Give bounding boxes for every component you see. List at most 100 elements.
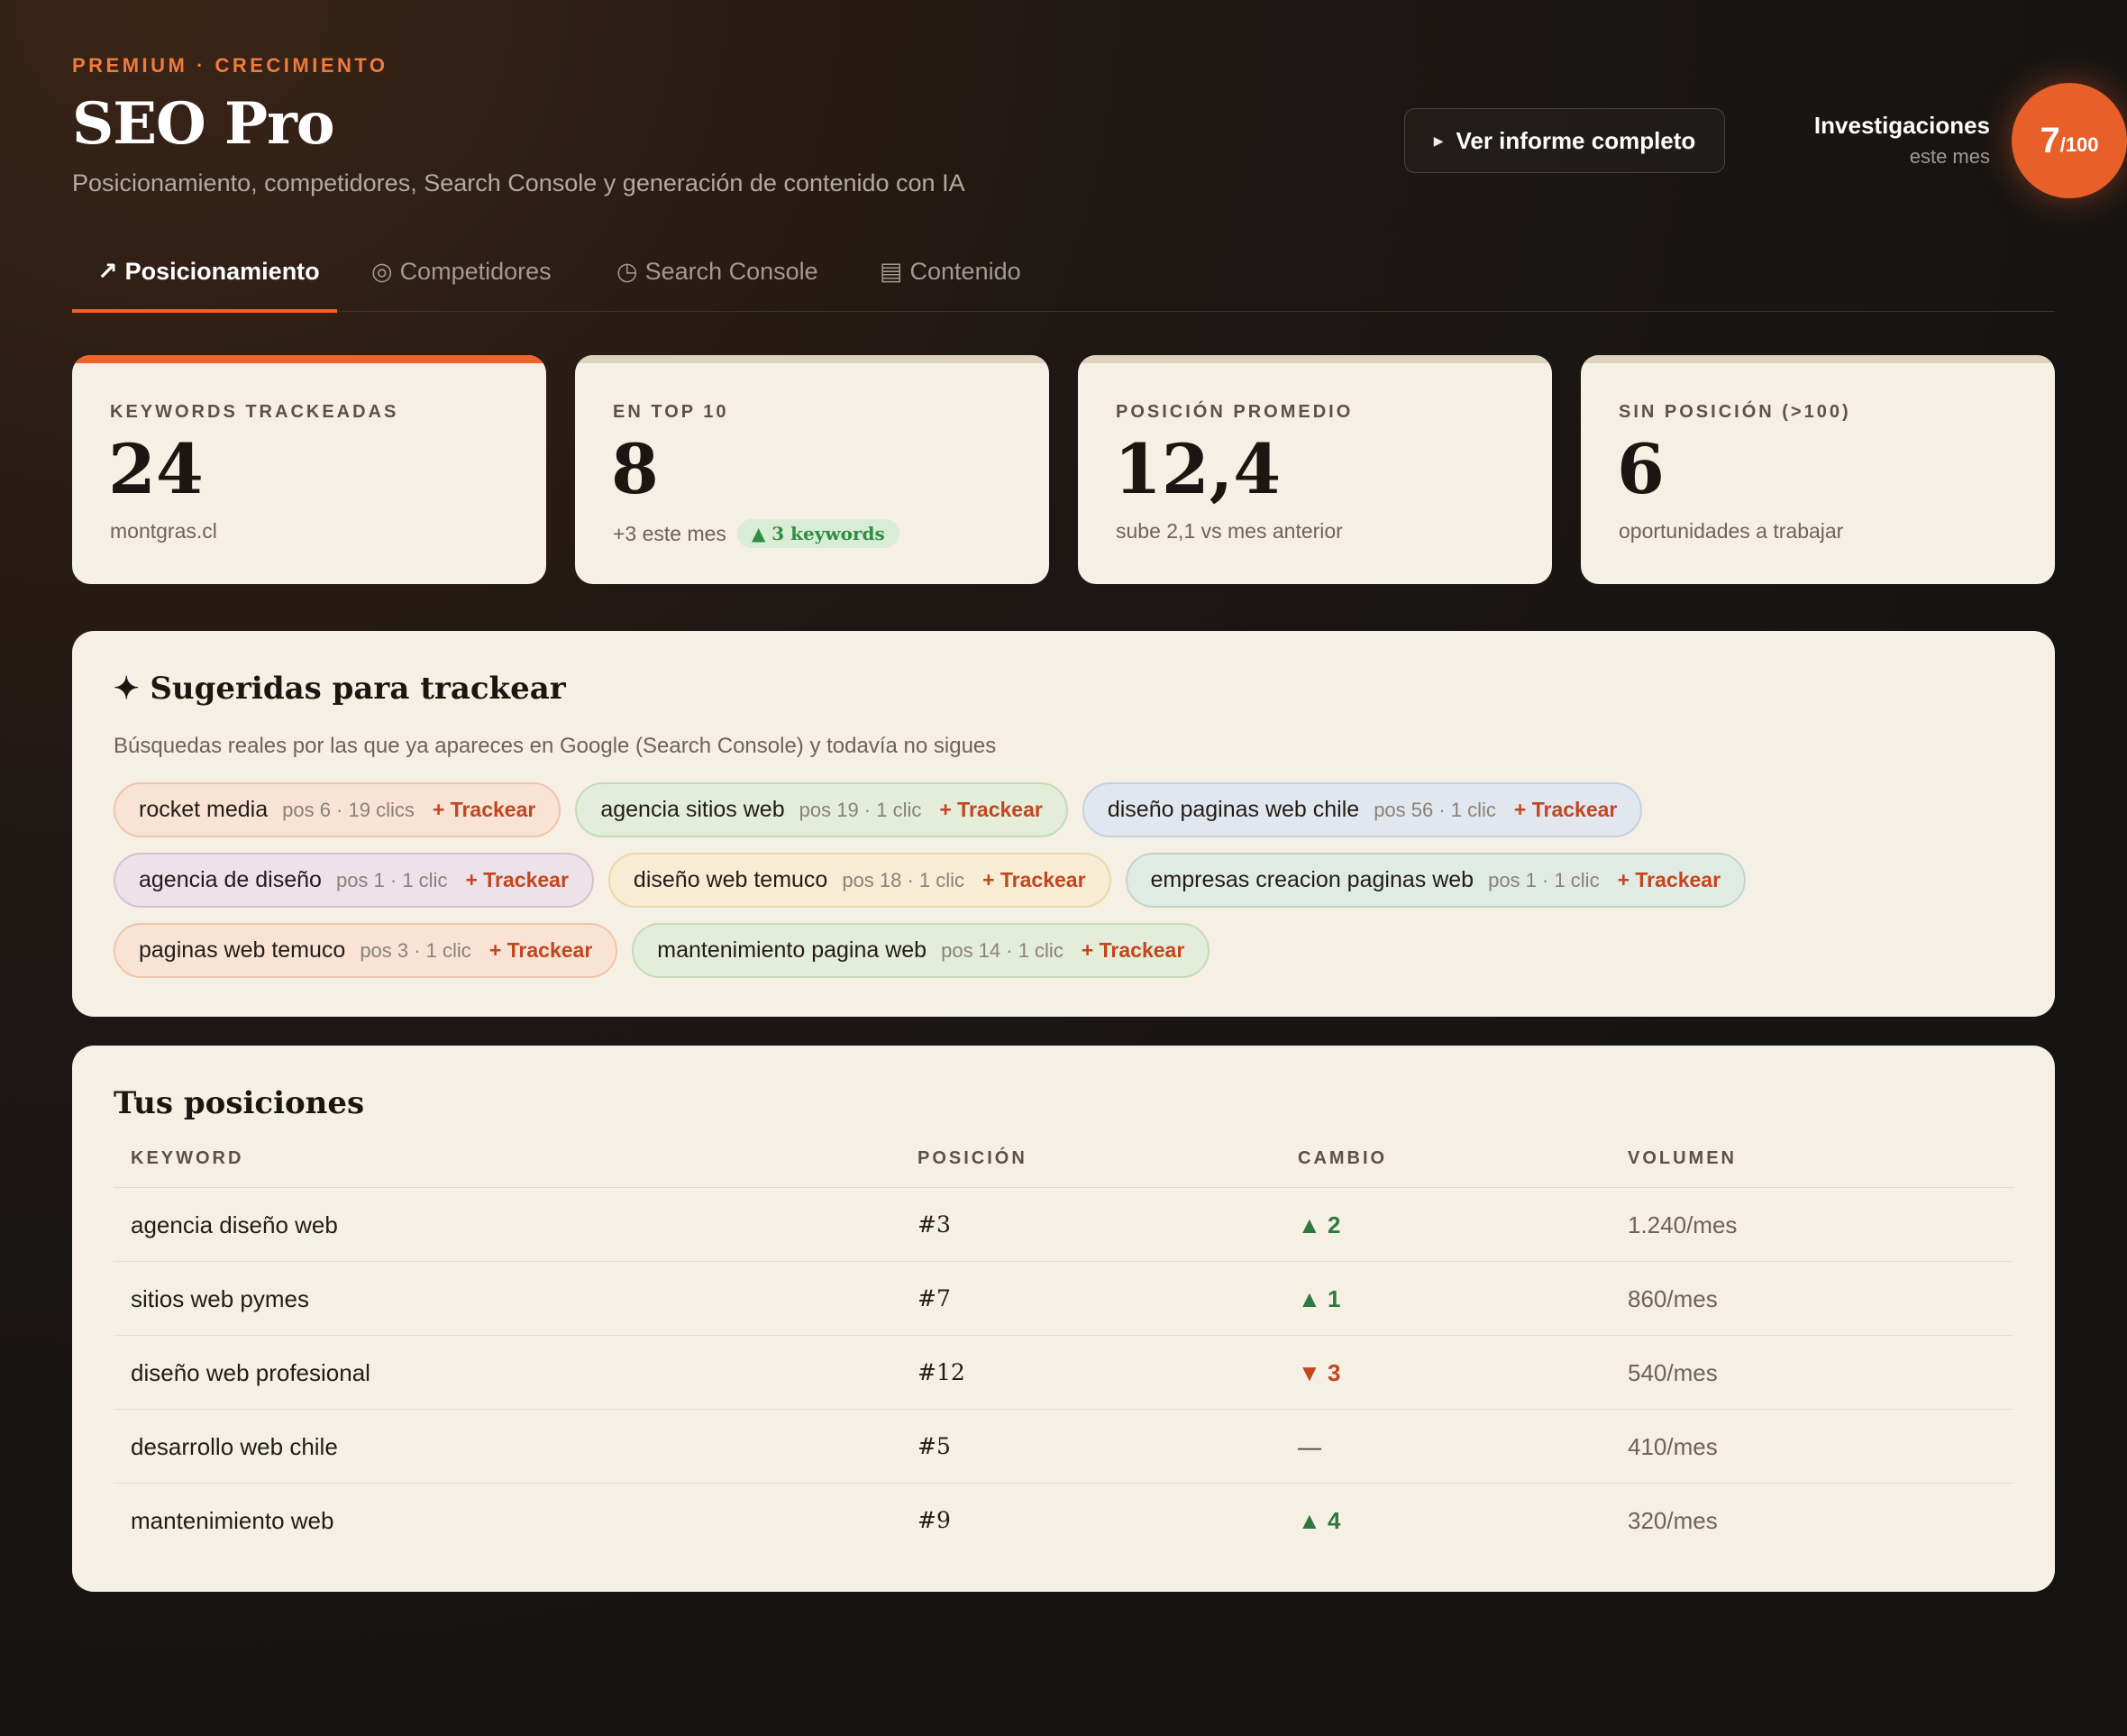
table-header: KEYWORD POSICIÓN CAMBIO VOLUMEN xyxy=(114,1148,2013,1188)
track-button[interactable]: + Trackear xyxy=(433,798,535,822)
stat-card-keywords-tracked: KEYWORDS TRACKEADAS 24 montgras.cl xyxy=(72,355,546,584)
column-header-position: POSICIÓN xyxy=(917,1148,1027,1168)
table-row[interactable]: agencia diseño web #3 ▲ 2 1.240/mes xyxy=(114,1188,2013,1262)
view-full-report-button[interactable]: ▶ Ver informe completo xyxy=(1404,108,1725,173)
investigations-sub: este mes xyxy=(1909,145,1990,168)
chip-meta: pos 56 · 1 clic xyxy=(1374,798,1496,821)
chip-meta: pos 6 · 19 clics xyxy=(282,798,415,821)
cell-change: ▲ 1 xyxy=(1298,1285,1341,1312)
positions-panel: Tus posiciones KEYWORD POSICIÓN CAMBIO V… xyxy=(72,1046,2055,1592)
stat-value: 24 xyxy=(108,429,204,509)
tab-posicionamiento[interactable]: ↗ Posicionamiento xyxy=(97,258,320,286)
suggested-chip: mantenimiento pagina web pos 14 · 1 clic… xyxy=(632,923,1210,978)
chip-meta: pos 3 · 1 clic xyxy=(360,938,471,962)
page-subtitle: Posicionamiento, competidores, Search Co… xyxy=(72,169,965,196)
stat-foot: oportunidades a trabajar xyxy=(1619,519,1843,544)
card-accent-bar xyxy=(1581,355,2055,363)
card-accent-bar xyxy=(1078,355,1552,363)
track-button[interactable]: + Trackear xyxy=(489,938,592,963)
chip-keyword: agencia sitios web xyxy=(600,797,785,822)
keywords-gain-badge: ▲ 3 keywords xyxy=(736,519,899,548)
tab-competidores[interactable]: ◎ Competidores xyxy=(371,258,552,286)
suggested-keywords-panel: ✦ Sugeridas para trackear Búsquedas real… xyxy=(72,631,2055,1017)
chip-keyword: diseño web temuco xyxy=(633,867,828,892)
tab-label: Posicionamiento xyxy=(124,258,320,285)
clock-icon: ◷ xyxy=(616,258,638,285)
cell-change: ▲ 2 xyxy=(1298,1211,1341,1238)
suggested-chip: empresas creacion paginas web pos 1 · 1 … xyxy=(1125,853,1747,908)
investigations-counter: 7 /100 xyxy=(2012,83,2127,198)
card-accent-bar xyxy=(72,355,546,363)
view-full-report-label: Ver informe completo xyxy=(1456,126,1696,154)
trend-up-icon: ↗ xyxy=(97,258,118,285)
chip-meta: pos 1 · 1 clic xyxy=(335,868,448,891)
card-accent-bar xyxy=(575,355,1049,363)
tab-label: Competidores xyxy=(399,258,552,285)
track-button[interactable]: + Trackear xyxy=(1514,798,1617,822)
cell-keyword: desarrollo web chile xyxy=(131,1433,338,1460)
track-button[interactable]: + Trackear xyxy=(982,868,1085,892)
cell-volume: 320/mes xyxy=(1628,1507,1718,1534)
chip-keyword: paginas web temuco xyxy=(139,937,346,963)
stat-label: SIN POSICIÓN (>100) xyxy=(1619,402,1851,422)
table-row[interactable]: mantenimiento web #9 ▲ 4 320/mes xyxy=(114,1484,2013,1558)
tab-bar: ↗ Posicionamiento ◎ Competidores ◷ Searc… xyxy=(72,242,2055,313)
column-header-keyword: KEYWORD xyxy=(131,1148,244,1168)
page-title: SEO Pro xyxy=(72,90,335,158)
tab-search-console[interactable]: ◷ Search Console xyxy=(616,258,818,286)
stat-foot: sube 2,1 vs mes anterior xyxy=(1116,519,1343,544)
track-button[interactable]: + Trackear xyxy=(939,798,1042,822)
document-icon: ▤ xyxy=(880,258,903,285)
suggested-chip: diseño web temuco pos 18 · 1 clic + Trac… xyxy=(607,853,1111,908)
chip-meta: pos 19 · 1 clic xyxy=(799,798,922,821)
table-body: agencia diseño web #3 ▲ 2 1.240/mes siti… xyxy=(114,1188,2013,1558)
stat-value: 12,4 xyxy=(1114,429,1282,509)
tab-label: Contenido xyxy=(909,258,1021,285)
suggested-chip: rocket media pos 6 · 19 clics + Trackear xyxy=(114,782,561,837)
cell-keyword: sitios web pymes xyxy=(131,1285,309,1312)
chip-meta: pos 1 · 1 clic xyxy=(1488,868,1600,891)
stat-foot-text: oportunidades a trabajar xyxy=(1619,519,1844,543)
track-button[interactable]: + Trackear xyxy=(465,868,568,892)
column-header-volume: VOLUMEN xyxy=(1628,1148,1737,1168)
suggested-chip: diseño paginas web chile pos 56 · 1 clic… xyxy=(1082,782,1643,837)
stat-card-no-position: SIN POSICIÓN (>100) 6 oportunidades a tr… xyxy=(1581,355,2055,584)
cell-volume: 860/mes xyxy=(1628,1285,1718,1312)
cell-position: #7 xyxy=(917,1285,951,1311)
cell-change: ▲ 4 xyxy=(1298,1507,1341,1534)
track-button[interactable]: + Trackear xyxy=(1618,868,1721,892)
cell-position: #12 xyxy=(917,1359,965,1385)
stat-foot-text: +3 este mes xyxy=(613,521,726,545)
tab-label: Search Console xyxy=(644,258,818,285)
chip-meta: pos 14 · 1 clic xyxy=(941,938,1064,962)
table-row[interactable]: diseño web profesional #12 ▼ 3 540/mes xyxy=(114,1336,2013,1410)
play-icon: ▶ xyxy=(1433,132,1444,148)
stat-label: KEYWORDS TRACKEADAS xyxy=(110,402,399,422)
suggested-title: ✦ Sugeridas para trackear xyxy=(114,671,566,707)
cell-volume: 1.240/mes xyxy=(1628,1211,1738,1238)
counter-used: 7 xyxy=(2040,120,2060,160)
cell-position: #3 xyxy=(917,1211,951,1238)
table-row[interactable]: desarrollo web chile #5 — 410/mes xyxy=(114,1410,2013,1484)
cell-keyword: mantenimiento web xyxy=(131,1507,334,1534)
stat-card-average-position: POSICIÓN PROMEDIO 12,4 sube 2,1 vs mes a… xyxy=(1078,355,1552,584)
cell-volume: 540/mes xyxy=(1628,1359,1718,1386)
stat-value: 6 xyxy=(1617,429,1665,509)
column-header-change: CAMBIO xyxy=(1298,1148,1388,1168)
positions-title: Tus posiciones xyxy=(114,1085,365,1121)
stat-label: EN TOP 10 xyxy=(613,402,729,422)
cell-position: #9 xyxy=(917,1507,951,1533)
suggested-chip: paginas web temuco pos 3 · 1 clic + Trac… xyxy=(114,923,618,978)
track-button[interactable]: + Trackear xyxy=(1082,938,1184,963)
chip-keyword: empresas creacion paginas web xyxy=(1150,867,1474,892)
stat-foot: +3 este mes ▲ 3 keywords xyxy=(613,519,899,548)
stat-value: 8 xyxy=(611,429,659,509)
cell-keyword: agencia diseño web xyxy=(131,1211,338,1238)
active-tab-indicator xyxy=(72,309,337,313)
tab-contenido[interactable]: ▤ Contenido xyxy=(880,258,1021,286)
stat-label: POSICIÓN PROMEDIO xyxy=(1116,402,1354,422)
table-row[interactable]: sitios web pymes #7 ▲ 1 860/mes xyxy=(114,1262,2013,1336)
stats-cards: KEYWORDS TRACKEADAS 24 montgras.cl EN TO… xyxy=(72,355,2055,584)
investigations-label: Investigaciones xyxy=(1813,112,1990,139)
plan-eyebrow: PREMIUM · CRECIMIENTO xyxy=(72,54,388,77)
